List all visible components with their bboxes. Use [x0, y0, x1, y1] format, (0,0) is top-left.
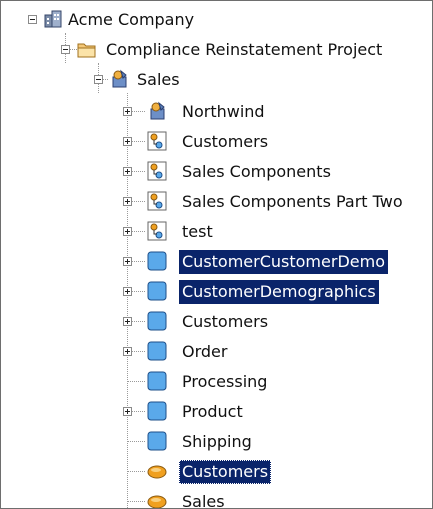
collapse-toggle[interactable]	[94, 75, 103, 84]
package-icon	[150, 101, 165, 120]
tree-node-sales[interactable]: Sales	[1, 67, 431, 93]
model-icon	[147, 131, 167, 151]
tree-node-label: CustomerCustomerDemo	[179, 250, 388, 274]
collapse-toggle[interactable]	[28, 15, 37, 24]
entity-icon	[147, 371, 167, 391]
tree-node-label: Compliance Reinstatement Project	[106, 40, 383, 59]
process-icon	[147, 465, 167, 479]
tree-node-sales-components[interactable]: Sales Components	[1, 159, 431, 185]
tree-node-customerdemographics[interactable]: CustomerDemographics	[1, 279, 431, 305]
expand-toggle[interactable]	[123, 107, 132, 116]
tree-node-shipping[interactable]: Shipping	[1, 429, 431, 455]
tree-node-customercustomerdemo[interactable]: CustomerCustomerDemo	[1, 249, 431, 275]
tree-node-label: Processing	[182, 372, 268, 391]
tree-node-test[interactable]: test	[1, 219, 431, 245]
tree-node-sales-process[interactable]: Sales	[1, 489, 431, 509]
tree-node-product[interactable]: Product	[1, 399, 431, 425]
tree-node-label: Sales	[182, 492, 225, 509]
tree-node-label: Sales	[137, 70, 180, 89]
tree-node-northwind[interactable]: Northwind	[1, 99, 431, 125]
tree-node-label: Customers	[182, 312, 269, 331]
folder-icon	[77, 43, 96, 58]
expand-toggle[interactable]	[123, 407, 132, 416]
tree-connector	[127, 381, 145, 382]
tree-node-label: CustomerDemographics	[179, 280, 379, 304]
expand-toggle[interactable]	[123, 167, 132, 176]
tree-connector	[127, 501, 145, 502]
tree-node-label: Sales Components Part Two	[182, 192, 403, 211]
tree-node-label: Customers	[179, 460, 272, 484]
entity-icon	[147, 431, 167, 451]
tree-node-acme-company[interactable]: Acme Company	[1, 7, 431, 33]
entity-icon	[147, 401, 167, 421]
model-icon	[147, 161, 167, 181]
company-icon	[44, 10, 62, 28]
tree-connector	[127, 441, 145, 442]
tree-node-label: Acme Company	[68, 10, 195, 29]
entity-icon	[147, 251, 167, 271]
expand-toggle[interactable]	[123, 137, 132, 146]
tree-view[interactable]: Acme Company Compliance Reinstatement Pr…	[0, 0, 433, 509]
entity-icon	[147, 311, 167, 331]
tree-node-customers-model[interactable]: Customers	[1, 129, 431, 155]
model-icon	[147, 221, 167, 241]
package-icon	[112, 69, 127, 88]
tree-node-label: Product	[182, 402, 243, 421]
tree-connector	[127, 471, 145, 472]
tree-node-customers-entity[interactable]: Customers	[1, 309, 431, 335]
entity-icon	[147, 341, 167, 361]
process-icon	[147, 495, 167, 508]
tree-node-label: Customers	[182, 132, 269, 151]
collapse-toggle[interactable]	[61, 45, 70, 54]
expand-toggle[interactable]	[123, 287, 132, 296]
tree-node-customers-process[interactable]: Customers	[1, 459, 431, 485]
tree-node-label: test	[182, 222, 213, 241]
tree-node-label: Shipping	[182, 432, 252, 451]
tree-node-label: Order	[182, 342, 228, 361]
tree-node-order[interactable]: Order	[1, 339, 431, 365]
expand-toggle[interactable]	[123, 227, 132, 236]
tree-node-sales-components-part-two[interactable]: Sales Components Part Two	[1, 189, 431, 215]
tree-node-label: Sales Components	[182, 162, 331, 181]
expand-toggle[interactable]	[123, 197, 132, 206]
entity-icon	[147, 281, 167, 301]
tree-node-label: Northwind	[182, 102, 265, 121]
expand-toggle[interactable]	[123, 317, 132, 326]
expand-toggle[interactable]	[123, 347, 132, 356]
tree-node-project[interactable]: Compliance Reinstatement Project	[1, 37, 431, 63]
model-icon	[147, 191, 167, 211]
tree-node-processing[interactable]: Processing	[1, 369, 431, 395]
expand-toggle[interactable]	[123, 257, 132, 266]
